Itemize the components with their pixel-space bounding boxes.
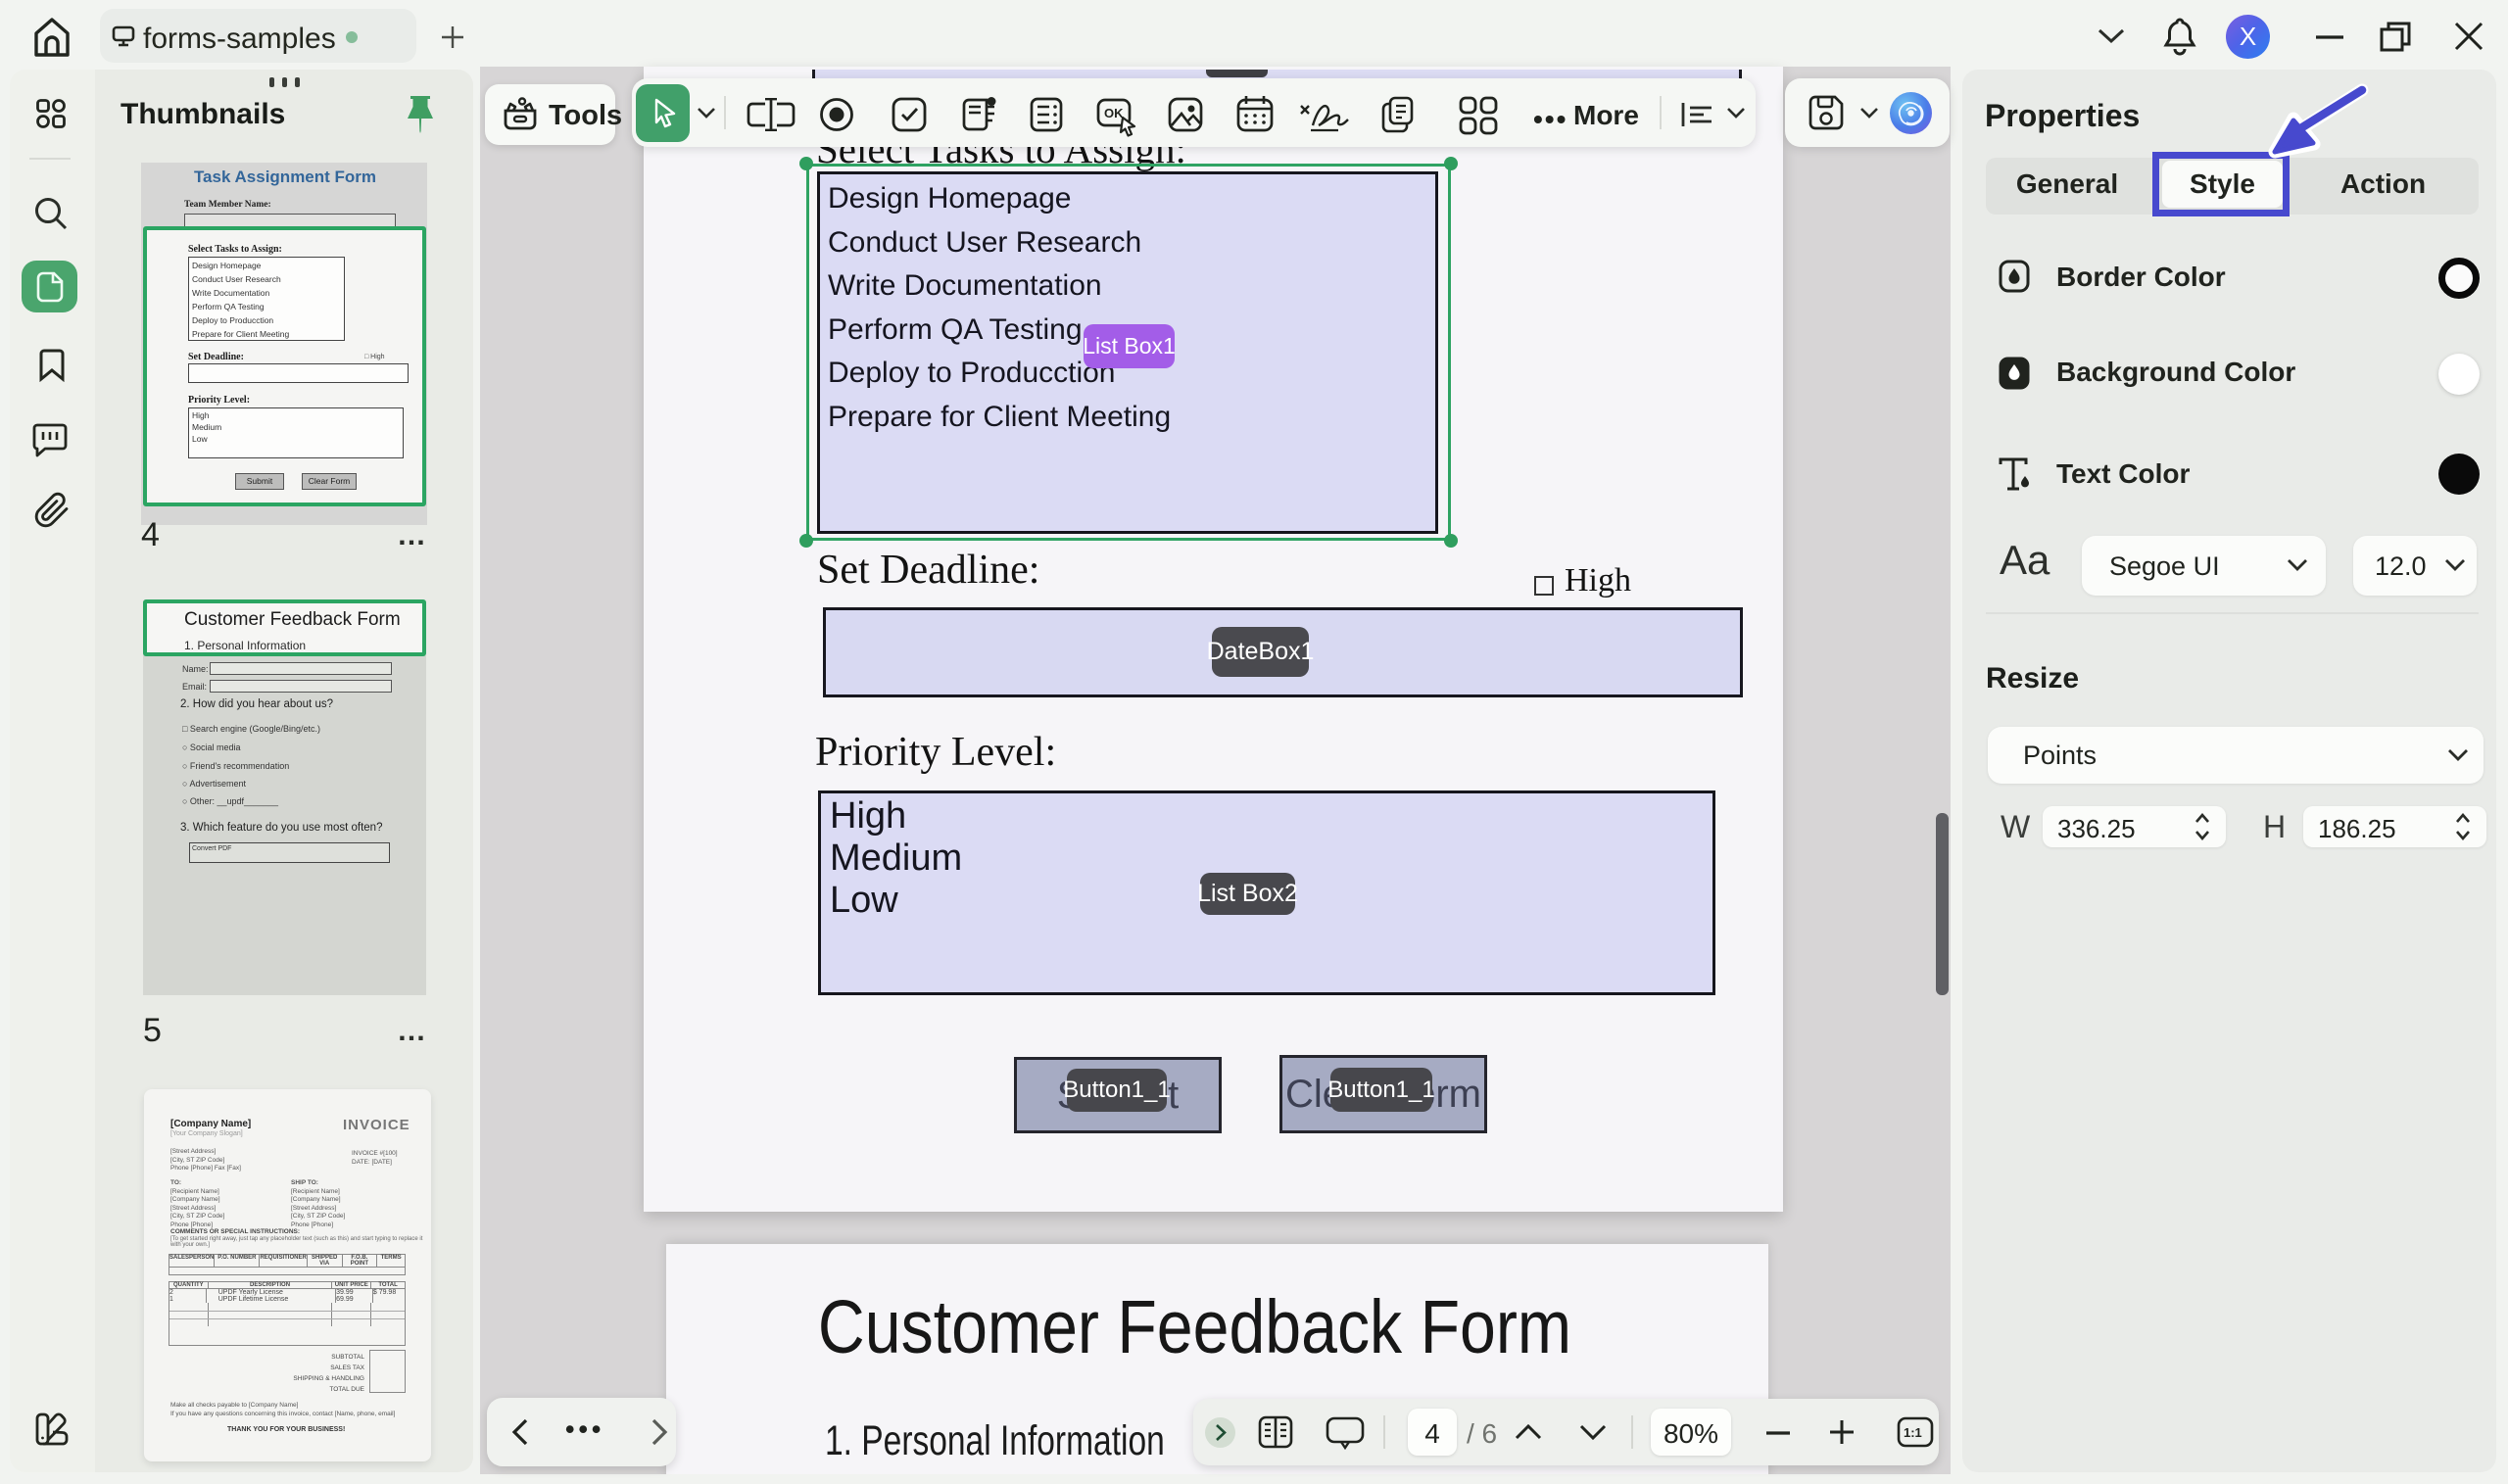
svg-text:OK: OK	[1104, 106, 1124, 120]
svg-text:1:1: 1:1	[1904, 1425, 1922, 1440]
